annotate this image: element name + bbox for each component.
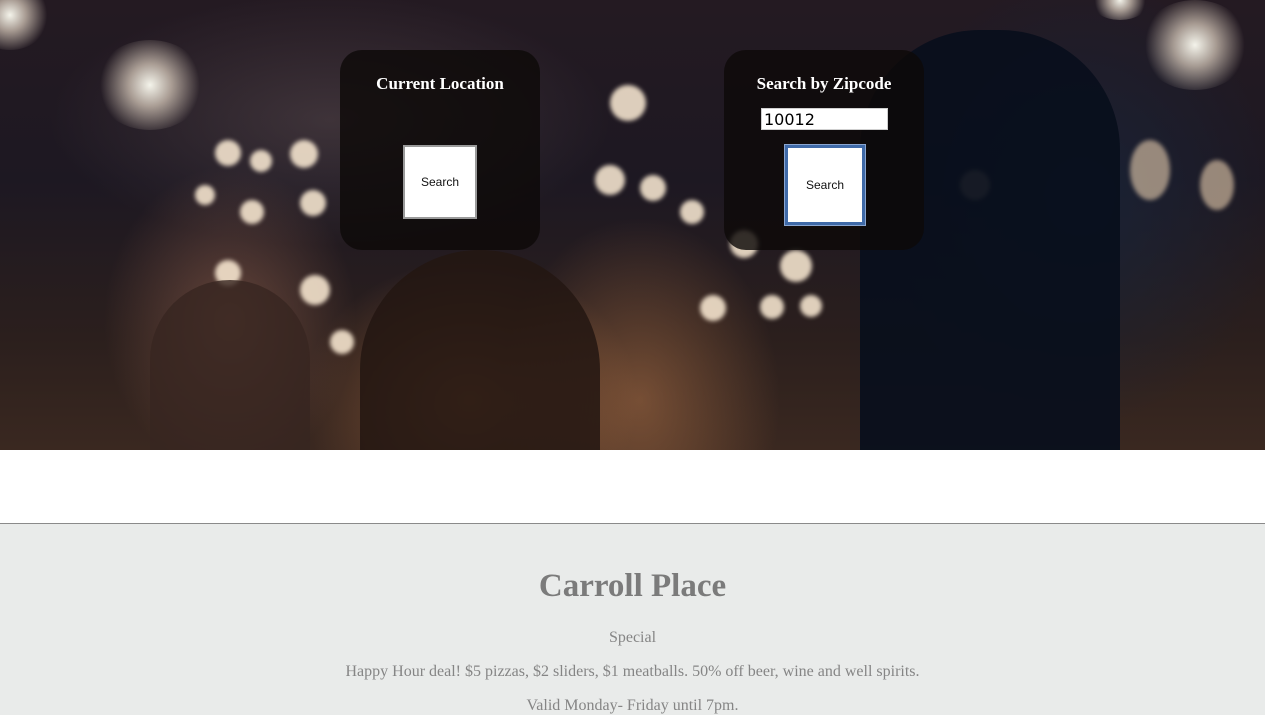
bokeh-light	[215, 140, 241, 166]
person-silhouette	[360, 250, 600, 450]
person-silhouette	[150, 280, 310, 450]
zipcode-search-title: Search by Zipcode	[756, 74, 892, 93]
venue-info-section: Carroll Place Special Happy Hour deal! $…	[0, 524, 1265, 715]
bokeh-light	[595, 165, 625, 195]
bokeh-light	[195, 185, 215, 205]
deal-description: Happy Hour deal! $5 pizzas, $2 sliders, …	[345, 663, 920, 680]
hero-background-image	[0, 0, 1265, 450]
current-location-search-button[interactable]: Search	[403, 145, 477, 219]
deal-validity: Valid Monday- Friday until 7pm.	[526, 697, 739, 714]
bokeh-light	[640, 175, 666, 201]
venue-name: Carroll Place	[538, 568, 727, 604]
sparkler-light	[0, 0, 50, 50]
bokeh-light	[300, 275, 330, 305]
bokeh-light	[700, 295, 726, 321]
bokeh-light	[780, 250, 812, 282]
current-location-title: Current Location	[376, 74, 504, 93]
sparkler-light	[1140, 0, 1250, 90]
zipcode-search-panel: Search by Zipcode Search	[724, 50, 924, 250]
zipcode-search-button[interactable]: Search	[784, 144, 866, 226]
bokeh-light	[610, 85, 646, 121]
bokeh-light	[680, 200, 704, 224]
bokeh-light	[760, 295, 784, 319]
bokeh-light	[300, 190, 326, 216]
bokeh-light	[1130, 140, 1170, 200]
bokeh-light	[290, 140, 318, 168]
bokeh-light	[250, 150, 272, 172]
zipcode-input[interactable]	[761, 108, 888, 130]
bokeh-light	[1200, 160, 1234, 210]
sparkler-light	[1090, 0, 1150, 20]
bokeh-light	[800, 295, 822, 317]
sparkler-light	[95, 40, 205, 130]
bokeh-light	[330, 330, 354, 354]
special-heading: Special	[608, 629, 657, 646]
current-location-panel: Current Location Search	[340, 50, 540, 250]
bokeh-light	[240, 200, 264, 224]
